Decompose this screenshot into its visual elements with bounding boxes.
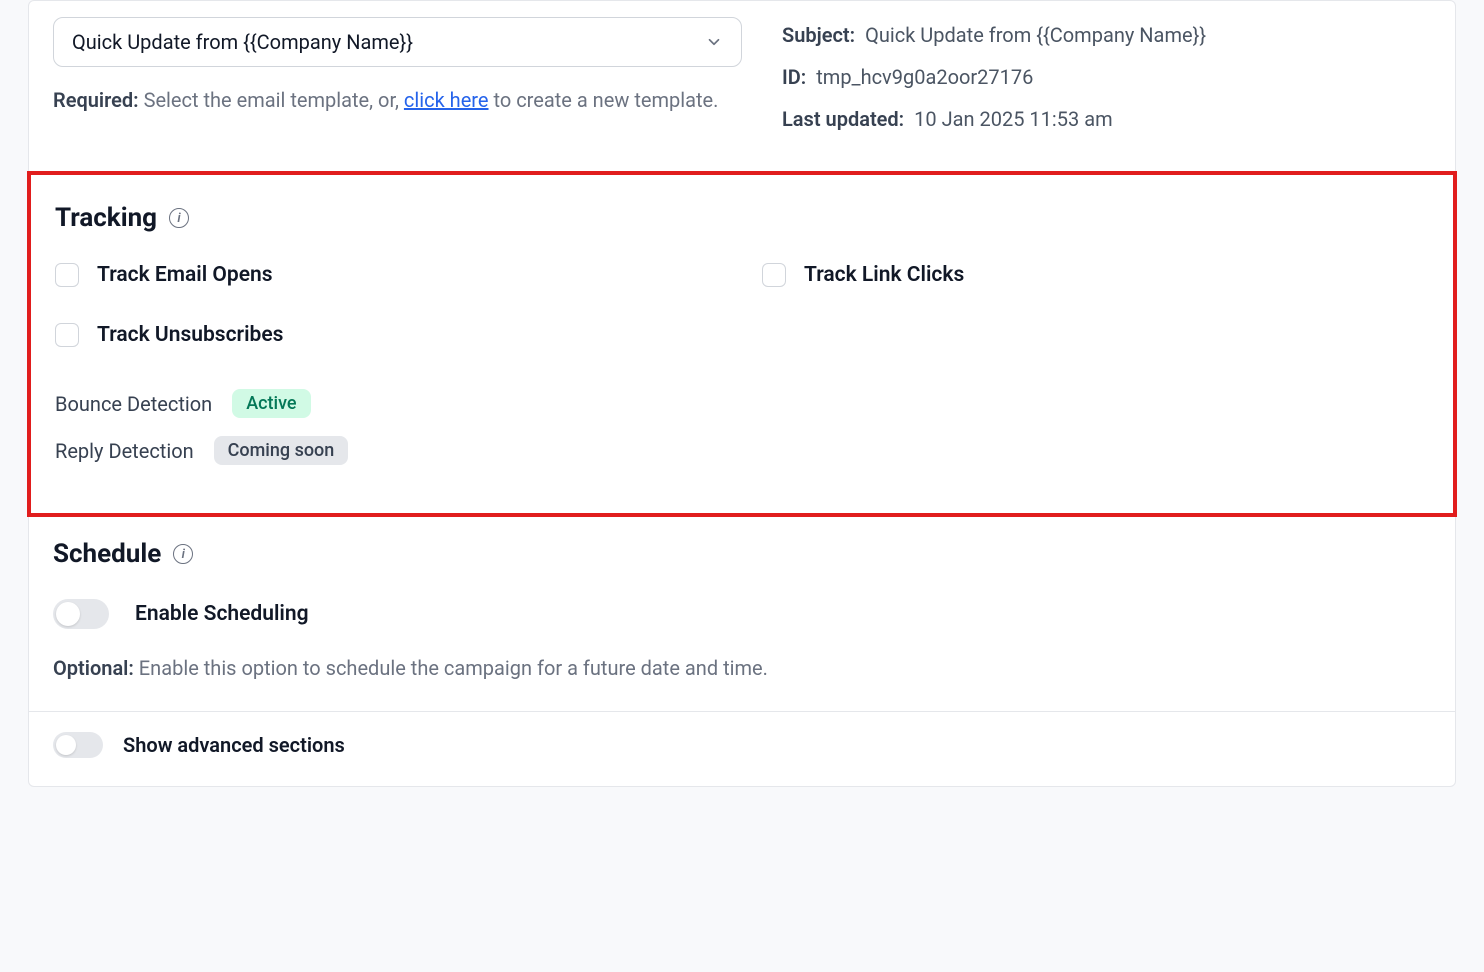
meta-subject: Subject: Quick Update from {{Company Nam… [782,21,1431,49]
track-unsub-option[interactable]: Track Unsubscribes [55,323,722,347]
track-opens-checkbox[interactable] [55,263,79,287]
tracking-title: Tracking [55,203,157,233]
info-icon[interactable]: i [169,208,189,228]
template-select-col: Quick Update from {{Company Name}} Requi… [53,17,742,147]
id-label: ID: [782,63,806,91]
create-template-link[interactable]: click here [404,88,489,112]
enable-scheduling-label: Enable Scheduling [135,602,309,626]
template-meta-col: Subject: Quick Update from {{Company Nam… [782,17,1431,147]
track-clicks-option[interactable]: Track Link Clicks [762,263,1429,287]
track-opens-option[interactable]: Track Email Opens [55,263,722,287]
template-helper-suffix: to create a new template. [489,88,719,112]
track-clicks-label: Track Link Clicks [804,263,964,287]
id-value: tmp_hcv9g0a2oor27176 [816,63,1033,91]
tracking-section: Tracking i Track Email Opens Track Link … [27,171,1457,517]
bounce-label: Bounce Detection [55,392,212,416]
template-helper-mid: Select the email template, or, [139,88,404,112]
updated-value: 10 Jan 2025 11:53 am [914,105,1112,133]
schedule-section: Schedule i Enable Scheduling Optional: E… [29,517,1455,711]
meta-updated: Last updated: 10 Jan 2025 11:53 am [782,105,1431,133]
campaign-settings-card: Quick Update from {{Company Name}} Requi… [28,0,1456,787]
reply-detection-row: Reply Detection Coming soon [55,436,1429,465]
reply-status-badge: Coming soon [214,436,349,465]
toggle-knob [56,735,76,755]
reply-label: Reply Detection [55,439,194,463]
info-icon[interactable]: i [173,544,193,564]
template-helper: Required: Select the email template, or,… [53,85,742,115]
track-clicks-checkbox[interactable] [762,263,786,287]
track-unsub-checkbox[interactable] [55,323,79,347]
schedule-helper: Optional: Enable this option to schedule… [53,653,1431,683]
template-helper-prefix: Required: [53,88,139,112]
tracking-options: Track Email Opens Track Link Clicks Trac… [55,263,1429,347]
template-select[interactable]: Quick Update from {{Company Name}} [53,17,742,67]
advanced-section: Show advanced sections [29,711,1455,786]
advanced-label: Show advanced sections [123,733,345,757]
toggle-knob [56,602,80,626]
subject-value: Quick Update from {{Company Name}} [865,21,1206,49]
schedule-helper-text: Enable this option to schedule the campa… [134,656,768,680]
schedule-helper-prefix: Optional: [53,656,134,680]
advanced-toggle-row: Show advanced sections [53,732,1431,758]
meta-id: ID: tmp_hcv9g0a2oor27176 [782,63,1431,91]
subject-label: Subject: [782,21,855,49]
tracking-title-row: Tracking i [55,203,1429,233]
track-opens-label: Track Email Opens [97,263,273,287]
enable-scheduling-toggle[interactable] [53,599,109,629]
enable-scheduling-row: Enable Scheduling [53,599,1431,629]
schedule-title: Schedule [53,539,161,569]
chevron-down-icon [705,33,723,51]
updated-label: Last updated: [782,105,904,133]
bounce-detection-row: Bounce Detection Active [55,389,1429,418]
template-section: Quick Update from {{Company Name}} Requi… [29,1,1455,171]
advanced-toggle[interactable] [53,732,103,758]
bounce-status-badge: Active [232,389,310,418]
template-select-value: Quick Update from {{Company Name}} [72,30,413,54]
track-unsub-label: Track Unsubscribes [97,323,283,347]
spacer [762,323,1429,347]
schedule-title-row: Schedule i [53,539,1431,569]
